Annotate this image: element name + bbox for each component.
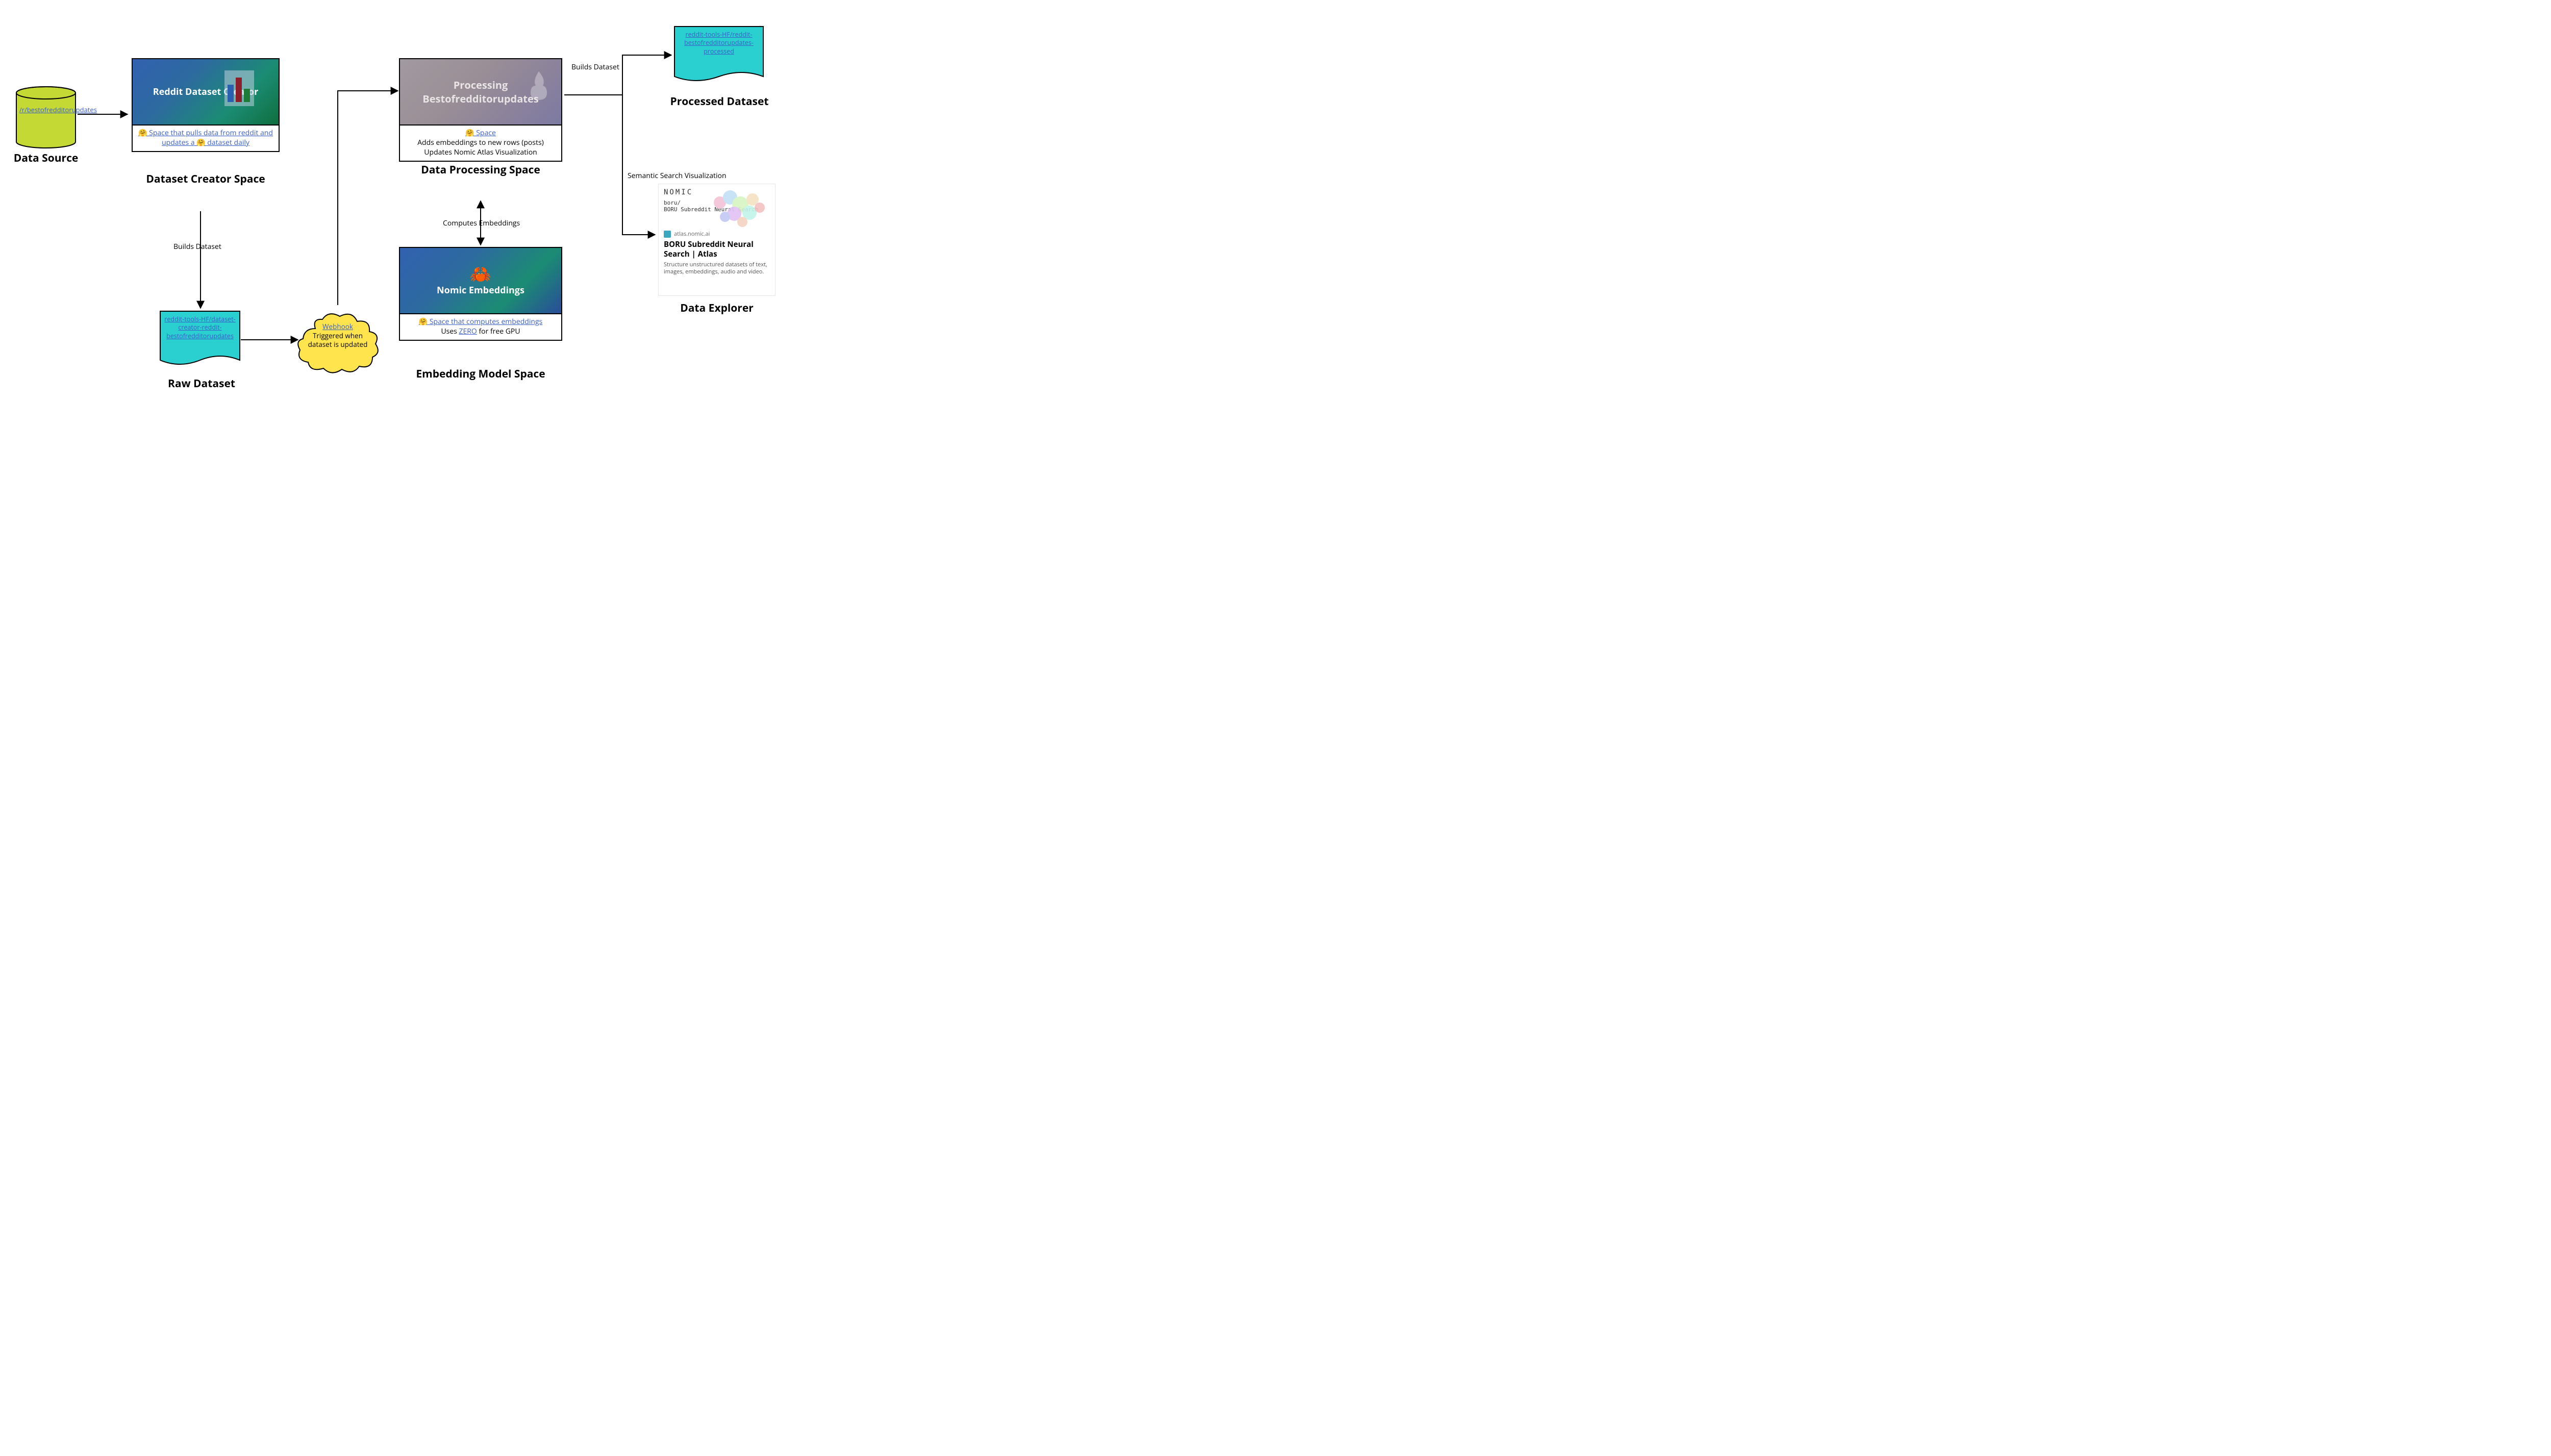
data-source-link[interactable]: /r/bestofredditorupdates: [19, 105, 97, 114]
embedding-space-line2-pre: Uses: [441, 327, 459, 336]
flame-icon: [528, 70, 550, 101]
creator-space-label: Dataset Creator Space: [132, 172, 280, 186]
creator-space-card: Reddit Dataset Creator 🤗 Space that pull…: [132, 58, 280, 152]
webhook-desc: Triggered when dataset is updated: [308, 331, 368, 349]
processed-dataset-link[interactable]: reddit-tools-HF/reddit-bestofredditorupd…: [684, 30, 754, 56]
processed-dataset-label: Processed Dataset: [663, 95, 776, 108]
creator-space-banner: Reddit Dataset Creator: [133, 59, 279, 124]
edge-builds-dataset-1: Builds Dataset: [173, 242, 221, 252]
data-source-cylinder: /r/bestofredditorupdates: [15, 86, 77, 149]
diagram-canvas: /r/bestofredditorupdates Data Source Red…: [0, 0, 796, 408]
raw-dataset-label: Raw Dataset: [153, 376, 250, 391]
webhook-link[interactable]: Webhook: [322, 322, 353, 331]
raw-dataset-doc: reddit-tools-HF/dataset-creator-reddit-b…: [159, 310, 241, 372]
processing-space-banner: Processing Bestofredditorupdates: [400, 59, 561, 124]
embedding-space-line2-post: for free GPU: [477, 327, 520, 336]
atlas-domain: atlas.nomic.ai: [674, 230, 710, 238]
creator-space-body-link[interactable]: 🤗 Space that pulls data from reddit and …: [138, 128, 273, 147]
data-source-label: Data Source: [0, 151, 92, 165]
webhook-cloud: Webhook Triggered when dataset is update…: [295, 304, 381, 375]
embedding-space-banner: 🦀 Nomic Embeddings: [400, 248, 561, 313]
processing-space-label: Data Processing Space: [399, 163, 562, 177]
embedding-zero-link[interactable]: ZERO: [459, 327, 477, 336]
edge-builds-dataset-2: Builds Dataset: [571, 62, 619, 72]
atlas-viz-icon: [710, 187, 771, 233]
explorer-title: BORU Subreddit Neural Search | Atlas: [664, 240, 770, 259]
processing-space-line2: Updates Nomic Atlas Visualization: [424, 147, 537, 157]
processed-dataset-doc: reddit-tools-HF/reddit-bestofredditorupd…: [673, 26, 764, 90]
edge-computes-embeddings: Computes Embeddings: [443, 218, 520, 228]
embedding-space-label: Embedding Model Space: [399, 367, 562, 381]
atlas-square-icon: [664, 231, 671, 238]
processing-space-body-link[interactable]: 🤗 Space: [465, 128, 496, 138]
processing-space-line1: Adds embeddings to new rows (posts): [417, 138, 544, 147]
edge-semantic-search: Semantic Search Visualization: [628, 171, 727, 181]
explorer-desc: Structure unstructured datasets of text,…: [664, 261, 770, 276]
explorer-card[interactable]: NOMIC boru/ BORU Subreddit Neural Search…: [658, 184, 776, 296]
bar-chart-icon: [224, 70, 254, 106]
explorer-label: Data Explorer: [658, 301, 776, 315]
embedding-space-title: Nomic Embeddings: [437, 284, 524, 296]
processing-space-card: Processing Bestofredditorupdates 🤗 Space…: [399, 58, 562, 162]
crab-icon: 🦀: [470, 265, 491, 282]
embedding-space-card: 🦀 Nomic Embeddings 🤗 Space that computes…: [399, 247, 562, 341]
raw-dataset-link[interactable]: reddit-tools-HF/dataset-creator-reddit-b…: [164, 315, 235, 340]
embedding-space-body-link[interactable]: 🤗 Space that computes embeddings: [419, 317, 542, 327]
